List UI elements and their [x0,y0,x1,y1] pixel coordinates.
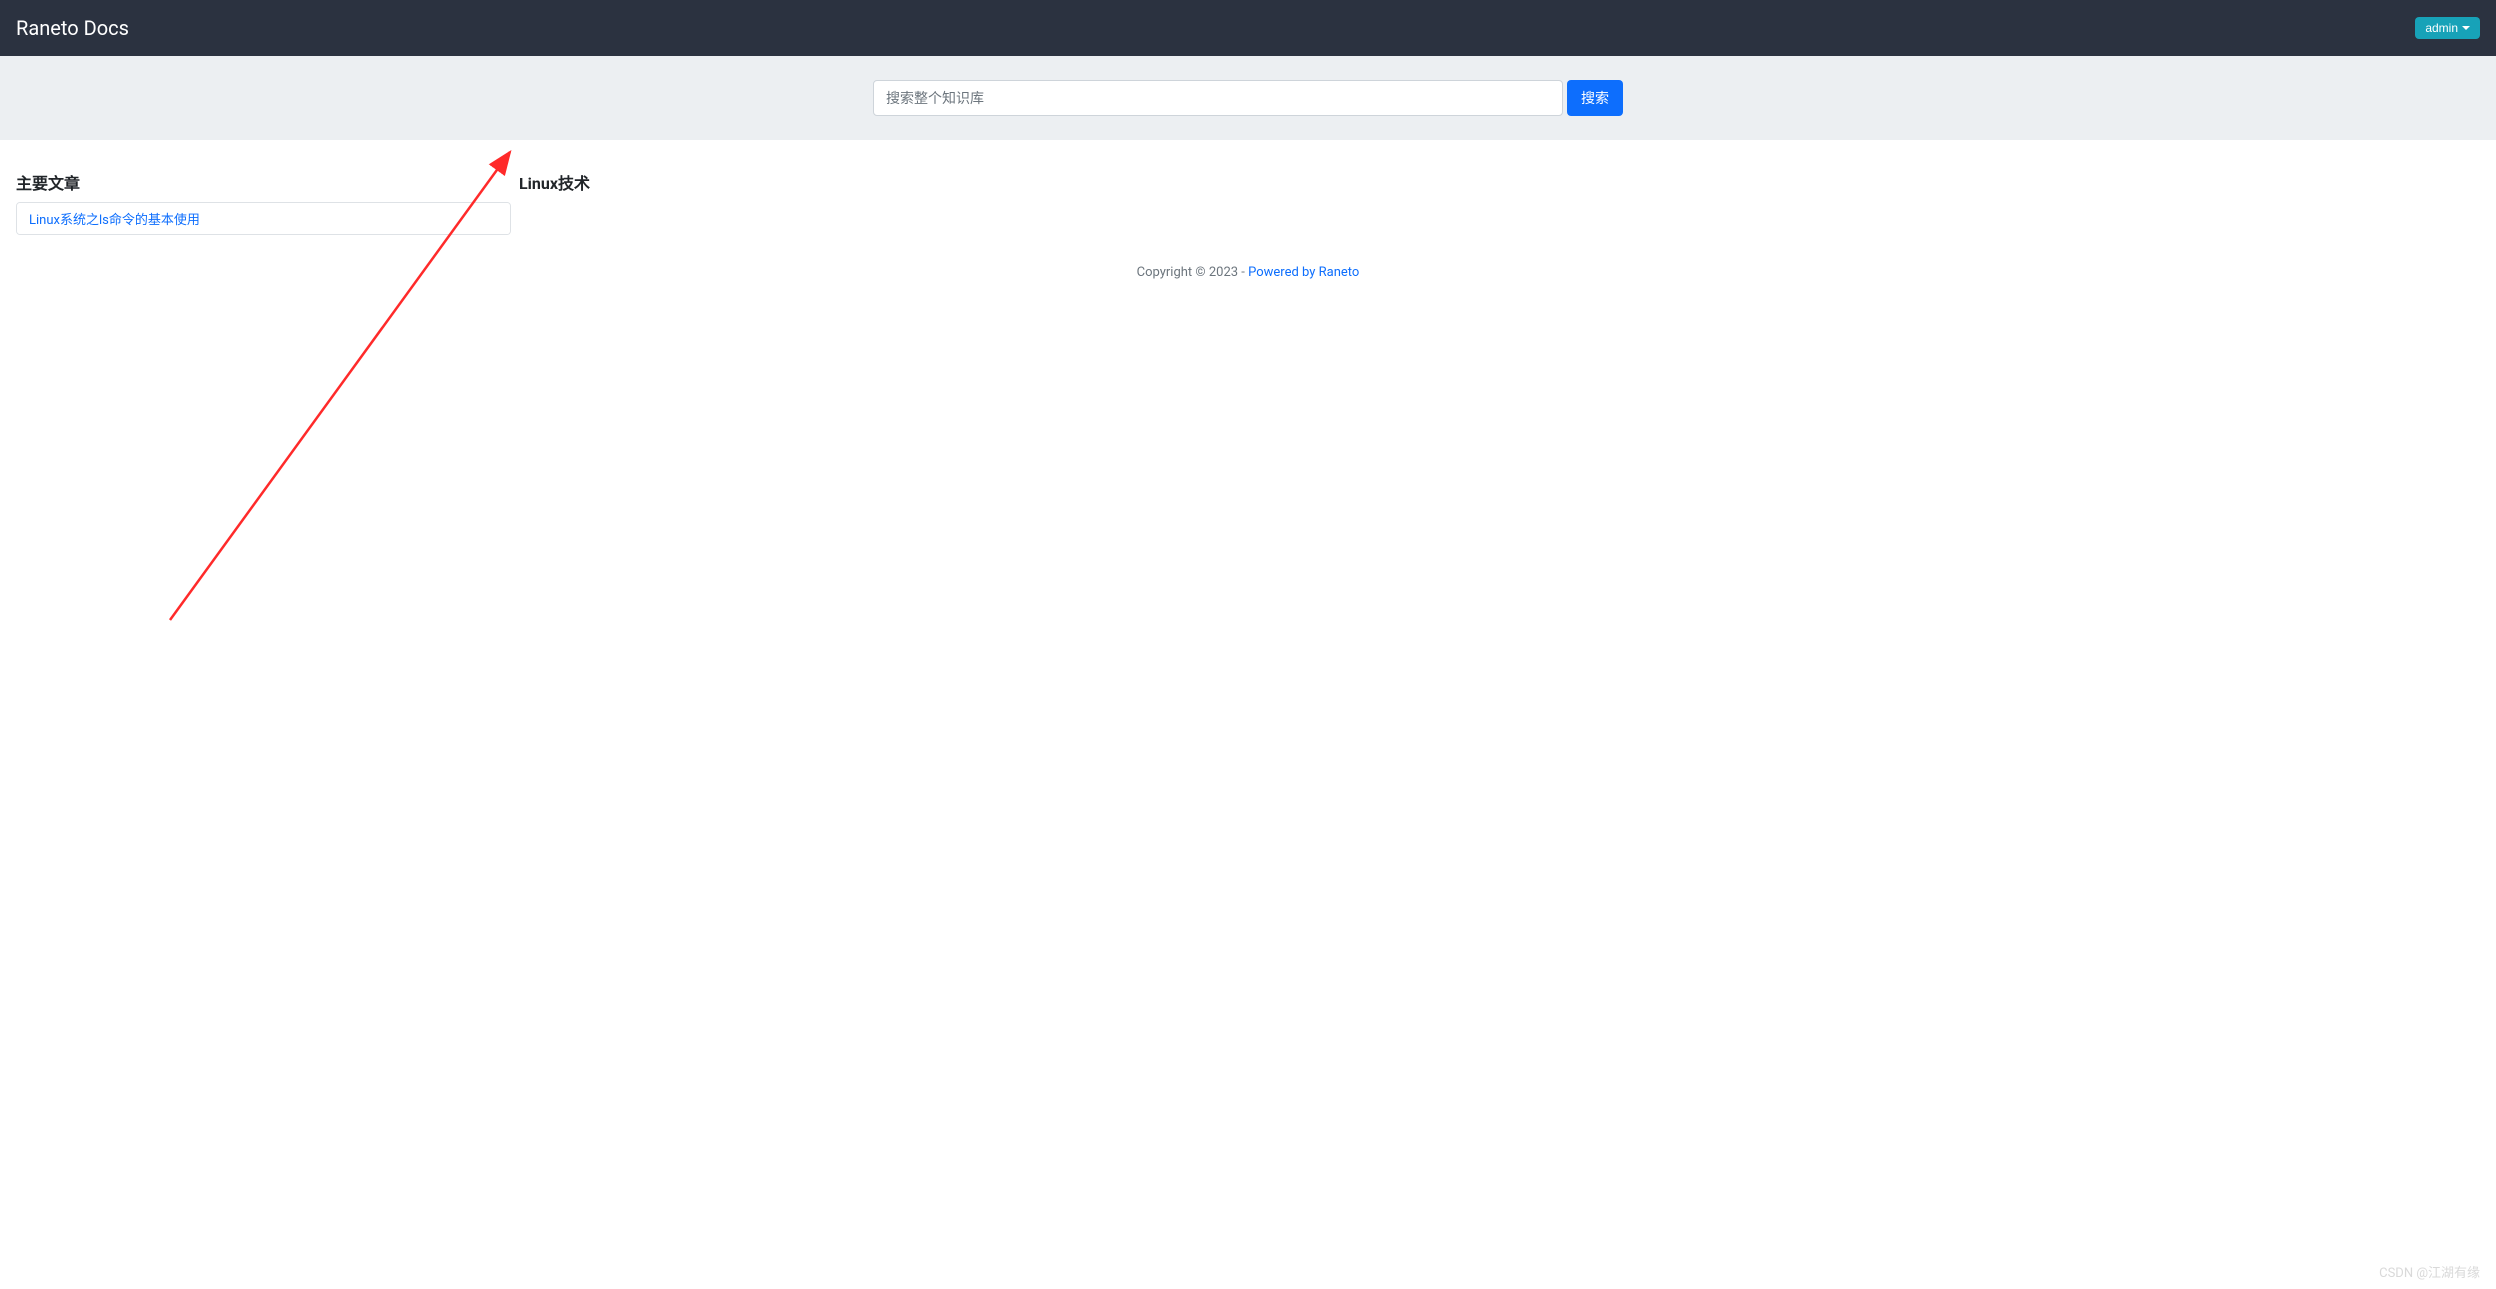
column-main-articles: 主要文章 Linux系统之ls命令的基本使用 [16,170,511,235]
footer: Copyright © 2023 - Powered by Raneto [0,235,2496,300]
copyright-text: Copyright © 2023 - [1137,265,1248,280]
search-input[interactable] [873,80,1563,116]
section-title: 主要文章 [16,170,511,194]
watermark: CSDN @江湖有缘 [2379,1262,2480,1281]
section-title: Linux技术 [519,170,1014,194]
article-list: Linux系统之ls命令的基本使用 [16,202,511,235]
article-link[interactable]: Linux系统之ls命令的基本使用 [29,213,200,228]
chevron-down-icon [2462,26,2470,30]
search-button[interactable]: 搜索 [1567,80,1623,116]
brand-link[interactable]: Raneto Docs [16,16,129,40]
column-linux-tech: Linux技术 [519,170,1014,235]
search-form: 搜索 [873,80,1623,116]
admin-label: admin [2425,21,2458,35]
search-bar: 搜索 [0,56,2496,140]
main-content: 主要文章 Linux系统之ls命令的基本使用 Linux技术 [0,140,2496,235]
admin-dropdown-button[interactable]: admin [2415,17,2480,39]
list-item: Linux系统之ls命令的基本使用 [17,203,510,234]
powered-by-link[interactable]: Powered by Raneto [1248,265,1359,280]
navbar: Raneto Docs admin [0,0,2496,56]
